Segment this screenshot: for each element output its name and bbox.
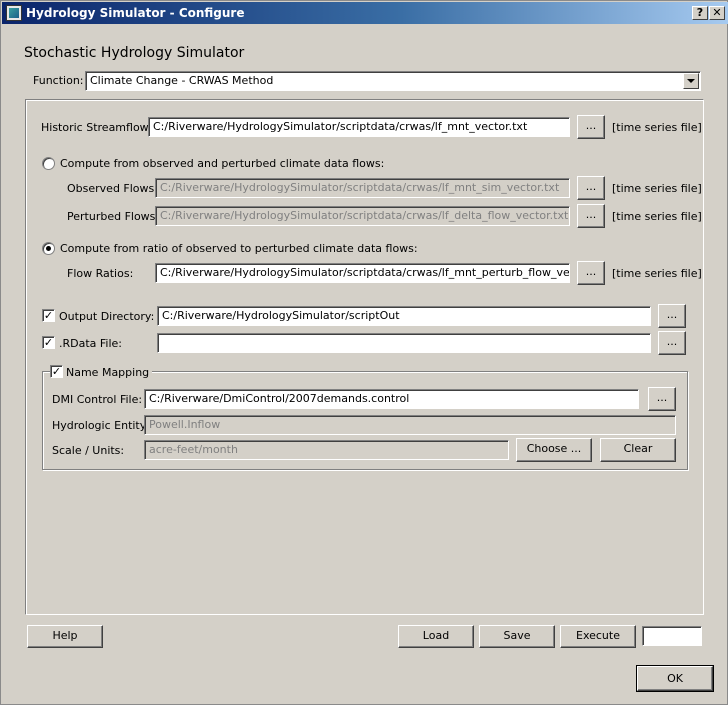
chevron-down-icon[interactable]	[683, 73, 699, 89]
choose-button[interactable]: Choose ...	[516, 438, 592, 462]
rdata-file-label: .RData File:	[59, 337, 123, 350]
hydrologic-entity-label: Hydrologic Entity:	[52, 419, 150, 432]
perturbed-hint: [time series file]	[612, 210, 702, 223]
hydrologic-entity-field[interactable]: Powell.Inflow	[144, 415, 676, 435]
rdata-file-checkbox[interactable]: ✓	[42, 336, 55, 349]
flow-ratios-browse-button[interactable]: ...	[577, 261, 605, 285]
historic-browse-button[interactable]: ...	[577, 115, 605, 139]
scale-units-field[interactable]: acre-feet/month	[144, 440, 509, 460]
flow-ratio-radio[interactable]	[42, 242, 55, 255]
function-label: Function:	[33, 74, 84, 87]
clear-button[interactable]: Clear	[600, 438, 676, 462]
perturbed-flows-field[interactable]: C:/Riverware/HydrologySimulator/scriptda…	[155, 206, 570, 226]
dmi-browse-button[interactable]: ...	[648, 387, 676, 411]
title-bar[interactable]: Hydrology Simulator - Configure ? ✕	[2, 2, 728, 24]
execute-status-field[interactable]	[642, 626, 702, 646]
name-mapping-title: Name Mapping	[63, 366, 153, 379]
rdata-file-browse-button[interactable]: ...	[658, 331, 686, 355]
output-directory-checkbox[interactable]: ✓	[42, 309, 55, 322]
dmi-control-file-label: DMI Control File:	[52, 393, 143, 406]
output-directory-field[interactable]: C:/Riverware/HydrologySimulator/scriptOu…	[157, 306, 651, 326]
perturbed-browse-button[interactable]: ...	[577, 204, 605, 228]
page-title: Stochastic Hydrology Simulator	[24, 45, 245, 61]
observed-browse-button[interactable]: ...	[577, 176, 605, 200]
observed-hint: [time series file]	[612, 182, 702, 195]
rdata-file-field[interactable]	[157, 333, 651, 353]
observed-flows-label: Observed Flows:	[67, 182, 158, 195]
flow-ratios-hint: [time series file]	[612, 267, 702, 280]
window-title: Hydrology Simulator - Configure	[26, 6, 245, 20]
output-directory-label: Output Directory:	[59, 310, 155, 323]
ok-button[interactable]: OK	[637, 666, 713, 691]
name-mapping-checkbox[interactable]: ✓	[50, 365, 63, 378]
function-select[interactable]: Climate Change - CRWAS Method	[85, 71, 701, 91]
output-directory-browse-button[interactable]: ...	[658, 304, 686, 328]
load-button[interactable]: Load	[398, 625, 474, 648]
historic-streamflows-label: Historic Streamflows:	[41, 121, 159, 134]
execute-button[interactable]: Execute	[560, 625, 636, 648]
flow-ratios-label: Flow Ratios:	[67, 267, 134, 280]
historic-hint: [time series file]	[612, 121, 702, 134]
perturbed-flows-label: Perturbed Flows:	[67, 210, 160, 223]
help-button[interactable]: Help	[27, 625, 103, 648]
close-title-button[interactable]: ✕	[709, 6, 725, 20]
observed-perturbed-radio[interactable]	[42, 157, 55, 170]
dmi-control-file-field[interactable]: C:/Riverware/DmiControl/2007demands.cont…	[144, 389, 639, 409]
flow-ratio-option-label: Compute from ratio of observed to pertur…	[60, 242, 418, 255]
historic-streamflows-field[interactable]: C:/Riverware/HydrologySimulator/scriptda…	[148, 117, 570, 137]
flow-ratios-field[interactable]: C:/Riverware/HydrologySimulator/scriptda…	[155, 263, 570, 283]
observed-flows-field[interactable]: C:/Riverware/HydrologySimulator/scriptda…	[155, 178, 570, 198]
scale-units-label: Scale / Units:	[52, 444, 125, 457]
function-select-value: Climate Change - CRWAS Method	[90, 74, 274, 87]
app-icon	[6, 5, 22, 21]
configure-window: Hydrology Simulator - Configure ? ✕ Stoc…	[0, 0, 728, 705]
help-title-button[interactable]: ?	[692, 6, 708, 20]
observed-perturbed-label: Compute from observed and perturbed clim…	[60, 157, 385, 170]
save-button[interactable]: Save	[479, 625, 555, 648]
